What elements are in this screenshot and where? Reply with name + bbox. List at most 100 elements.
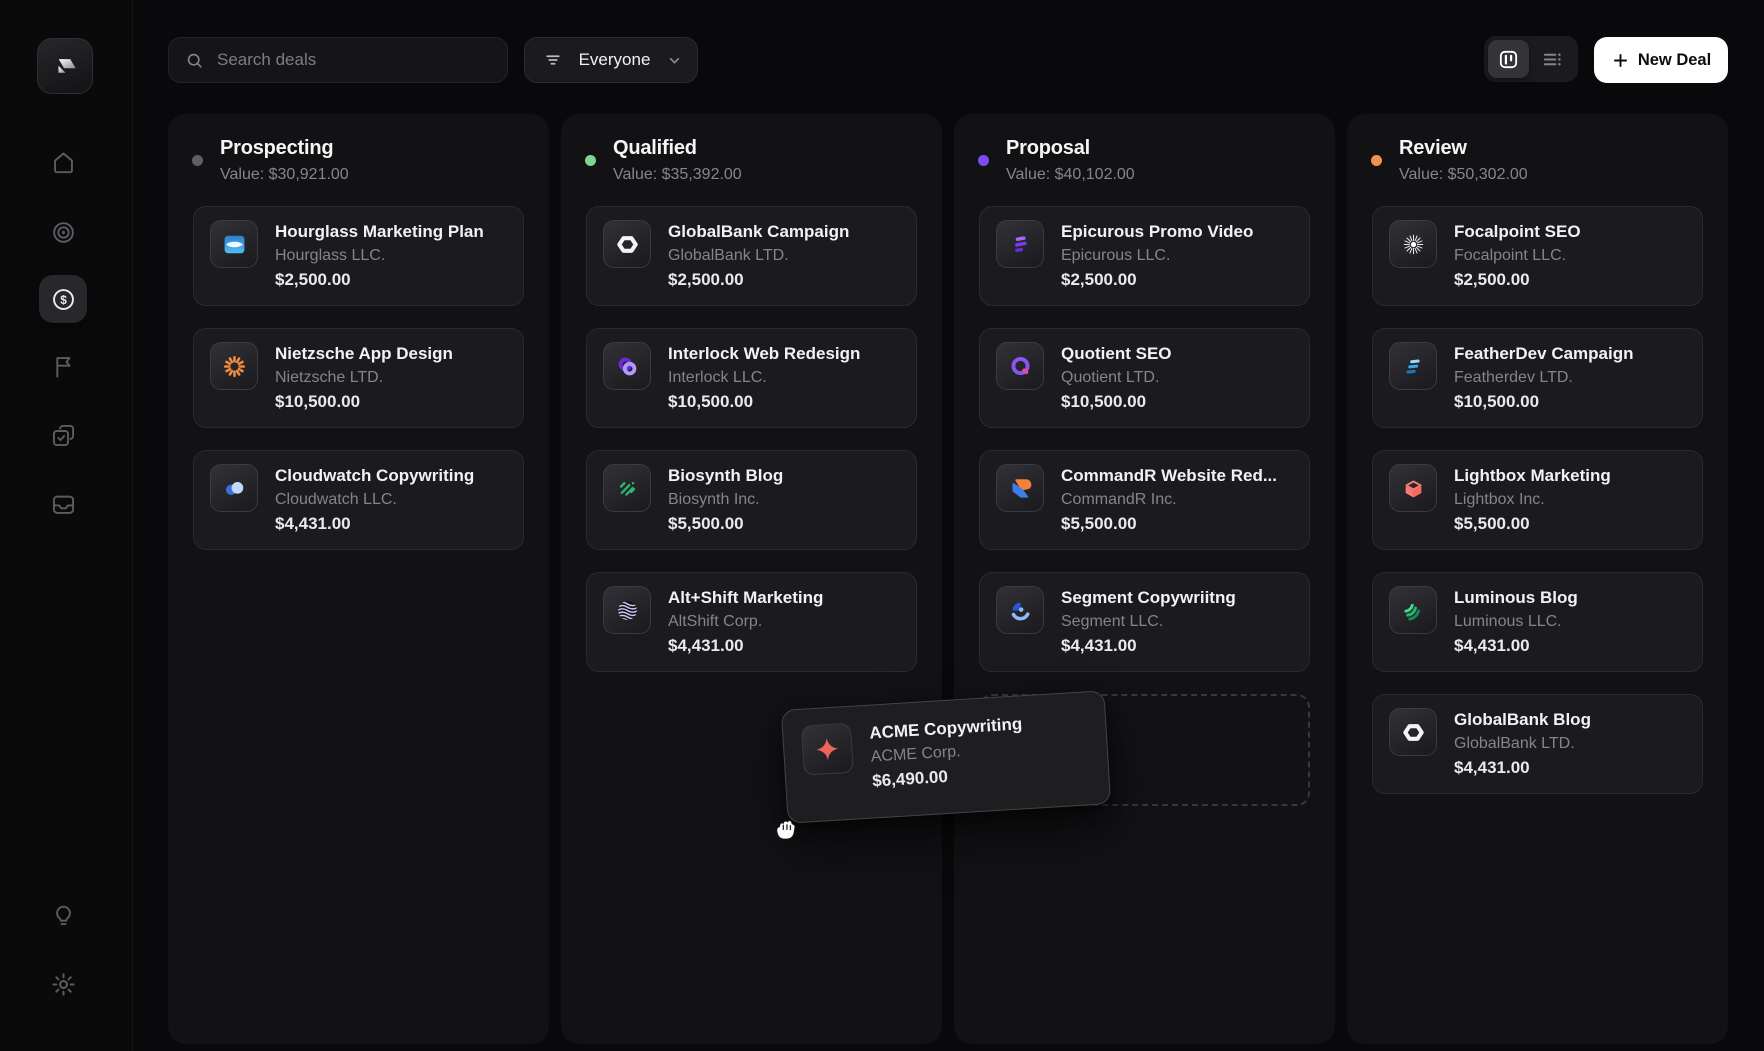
deal-value: $10,500.00 — [668, 389, 860, 415]
deal-title: Focalpoint SEO — [1454, 220, 1581, 244]
deal-meta: Luminous Blog Luminous LLC. $4,431.00 — [1454, 586, 1578, 659]
deal-card[interactable]: Nietzsche App Design Nietzsche LTD. $10,… — [193, 328, 524, 428]
deal-card[interactable]: Hourglass Marketing Plan Hourglass LLC. … — [193, 206, 524, 306]
featherdev-logo — [1400, 353, 1427, 380]
filter-label: Everyone — [575, 50, 654, 70]
card-list: Focalpoint SEO Focalpoint LLC. $2,500.00… — [1347, 186, 1728, 841]
target-icon — [50, 219, 77, 246]
deal-card[interactable]: Lightbox Marketing Lightbox Inc. $5,500.… — [1372, 450, 1703, 550]
filter-dropdown[interactable]: Everyone — [524, 37, 698, 83]
sidebar-item-inbox[interactable] — [39, 480, 87, 528]
deal-title: Interlock Web Redesign — [668, 342, 860, 366]
deal-card[interactable]: Cloudwatch Copywriting Cloudwatch LLC. $… — [193, 450, 524, 550]
deal-company: Quotient LTD. — [1061, 366, 1172, 389]
sidebar-item-help[interactable] — [39, 891, 87, 939]
company-logo-tile — [1389, 220, 1437, 268]
deal-card[interactable]: Alt+Shift Marketing AltShift Corp. $4,43… — [586, 572, 917, 672]
search-input[interactable] — [215, 49, 469, 71]
column-value: Value: $50,302.00 — [1399, 164, 1700, 186]
deal-meta: Interlock Web Redesign Interlock LLC. $1… — [668, 342, 860, 415]
deal-title: Lightbox Marketing — [1454, 464, 1611, 488]
column-title: Review — [1399, 136, 1700, 160]
column-header: Prospecting Value: $30,921.00 — [168, 114, 549, 186]
deal-card[interactable]: GlobalBank Blog GlobalBank LTD. $4,431.0… — [1372, 694, 1703, 794]
deal-company: Cloudwatch LLC. — [275, 488, 474, 511]
deal-value: $4,431.00 — [668, 633, 823, 659]
deal-card[interactable]: Quotient SEO Quotient LTD. $10,500.00 — [979, 328, 1310, 428]
sidebar-item-flag[interactable] — [39, 342, 87, 390]
deal-card[interactable]: Focalpoint SEO Focalpoint LLC. $2,500.00 — [1372, 206, 1703, 306]
column-value: Value: $30,921.00 — [220, 164, 521, 186]
home-icon — [50, 149, 77, 176]
deal-company: Segment LLC. — [1061, 610, 1236, 633]
deal-card[interactable]: Epicurous Promo Video Epicurous LLC. $2,… — [979, 206, 1310, 306]
sidebar-item-deals[interactable]: $ — [39, 275, 87, 323]
luminous-logo — [1400, 597, 1427, 624]
acme-logo — [812, 734, 842, 764]
board: Prospecting Value: $30,921.00 Hourglass … — [168, 114, 1728, 1044]
deal-card[interactable]: Biosynth Blog Biosynth Inc. $5,500.00 — [586, 450, 917, 550]
company-logo-tile — [996, 586, 1044, 634]
deal-value: $2,500.00 — [1061, 267, 1253, 293]
sidebar-item-home[interactable] — [39, 138, 87, 186]
deal-meta: GlobalBank Blog GlobalBank LTD. $4,431.0… — [1454, 708, 1591, 781]
deal-title: Cloudwatch Copywriting — [275, 464, 474, 488]
gear-icon — [50, 971, 77, 998]
column-status-dot — [192, 155, 203, 166]
company-logo-tile — [210, 342, 258, 390]
deal-card[interactable]: Segment Copywriitng Segment LLC. $4,431.… — [979, 572, 1310, 672]
view-kanban-button[interactable] — [1488, 40, 1529, 78]
globalbank-logo — [614, 231, 641, 258]
deal-title: Segment Copywriitng — [1061, 586, 1236, 610]
pipeline-column: Proposal Value: $40,102.00 Epicurous Pro… — [954, 114, 1335, 1044]
deal-title: Luminous Blog — [1454, 586, 1578, 610]
company-logo-tile — [603, 220, 651, 268]
deal-title: GlobalBank Campaign — [668, 220, 849, 244]
deal-title: Nietzsche App Design — [275, 342, 453, 366]
deal-card[interactable]: FeatherDev Campaign Featherdev LTD. $10,… — [1372, 328, 1703, 428]
deal-title: Quotient SEO — [1061, 342, 1172, 366]
deal-company: Featherdev LTD. — [1454, 366, 1634, 389]
deal-company: Epicurous LLC. — [1061, 244, 1253, 267]
globalbank-logo — [1400, 719, 1427, 746]
svg-text:$: $ — [60, 293, 67, 307]
deal-card[interactable]: Interlock Web Redesign Interlock LLC. $1… — [586, 328, 917, 428]
deal-value: $5,500.00 — [668, 511, 783, 537]
company-logo-tile — [996, 220, 1044, 268]
company-logo-tile — [1389, 586, 1437, 634]
deal-card[interactable]: Luminous Blog Luminous LLC. $4,431.00 — [1372, 572, 1703, 672]
view-toggle — [1484, 36, 1578, 82]
new-deal-label: New Deal — [1638, 51, 1711, 70]
deal-value: $10,500.00 — [275, 389, 453, 415]
new-deal-button[interactable]: New Deal — [1594, 37, 1728, 83]
sidebar-item-target[interactable] — [39, 208, 87, 256]
deal-title: GlobalBank Blog — [1454, 708, 1591, 732]
deal-value: $4,431.00 — [275, 511, 474, 537]
deal-title: FeatherDev Campaign — [1454, 342, 1634, 366]
sidebar-item-tasks[interactable] — [39, 411, 87, 459]
deal-title: Alt+Shift Marketing — [668, 586, 823, 610]
company-logo-tile — [210, 464, 258, 512]
app-logo[interactable] — [37, 38, 93, 94]
deal-value: $10,500.00 — [1061, 389, 1172, 415]
deal-meta: Cloudwatch Copywriting Cloudwatch LLC. $… — [275, 464, 474, 537]
deal-title: Biosynth Blog — [668, 464, 783, 488]
column-title: Prospecting — [220, 136, 521, 160]
deal-title: Hourglass Marketing Plan — [275, 220, 484, 244]
company-logo-tile — [210, 220, 258, 268]
nietzsche-logo — [221, 353, 248, 380]
sidebar-item-settings[interactable] — [39, 960, 87, 1008]
deal-meta: Nietzsche App Design Nietzsche LTD. $10,… — [275, 342, 453, 415]
card-list: Hourglass Marketing Plan Hourglass LLC. … — [168, 186, 549, 597]
column-status-dot — [978, 155, 989, 166]
view-list-button[interactable] — [1529, 36, 1576, 82]
deal-company: Focalpoint LLC. — [1454, 244, 1581, 267]
deal-card[interactable]: GlobalBank Campaign GlobalBank LTD. $2,5… — [586, 206, 917, 306]
deal-meta: Segment Copywriitng Segment LLC. $4,431.… — [1061, 586, 1236, 659]
dragged-deal-card[interactable]: ACME Copywriting ACME Corp. $6,490.00 — [781, 690, 1111, 824]
biosynth-logo — [614, 475, 641, 502]
column-title: Proposal — [1006, 136, 1307, 160]
column-header: Qualified Value: $35,392.00 — [561, 114, 942, 186]
deal-company: Biosynth Inc. — [668, 488, 783, 511]
deal-card[interactable]: CommandR Website Red... CommandR Inc. $5… — [979, 450, 1310, 550]
